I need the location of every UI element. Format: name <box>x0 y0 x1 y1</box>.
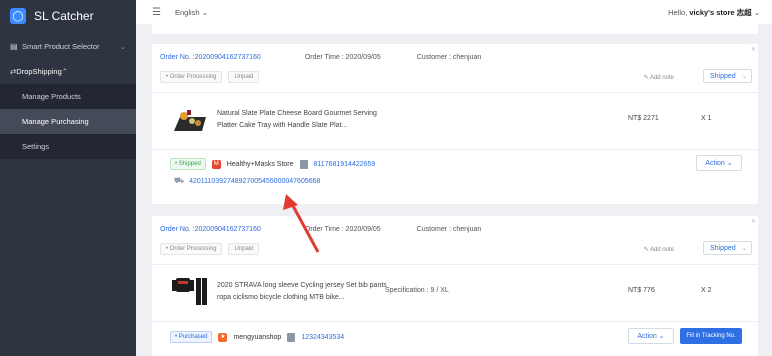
add-note-button[interactable]: ✎ Add note <box>644 74 674 81</box>
previous-order-card <box>152 24 758 34</box>
grid-icon: ▤ <box>10 42 18 51</box>
sidebar-item-manage-products[interactable]: Manage Products <box>0 84 136 109</box>
product-thumbnail <box>172 278 207 305</box>
order-processing-tag: • Order Processing <box>160 243 223 255</box>
add-note-button[interactable]: ✎ Add note <box>644 246 674 253</box>
status-badge: • Purchased <box>170 331 213 343</box>
store-icon: ★ <box>218 332 228 342</box>
action-label: Action <box>637 332 657 340</box>
order-number[interactable]: Order No. :20200904162737160 <box>160 226 261 233</box>
sidebar-item-settings[interactable]: Settings <box>0 134 136 159</box>
store-name[interactable]: mengyuanshop <box>233 334 281 341</box>
ship-status-value: Shipped <box>710 72 736 80</box>
sidebar-item-manage-purchasing[interactable]: Manage Purchasing <box>0 109 136 134</box>
order-number[interactable]: Order No. :20200904162737160 <box>160 54 261 61</box>
product-row: Natural Slate Plate Cheese Board Gourmet… <box>152 93 758 149</box>
order-doc-icon <box>287 332 296 342</box>
order-header: Order No. :20200904162737160 Order Time … <box>152 216 758 264</box>
unpaid-tag: Unpaid <box>228 243 260 255</box>
greeting-prefix: Hello, <box>668 7 690 17</box>
order-time: Order Time : 2020/09/05 <box>304 53 381 61</box>
product-specification: Specification : 9 / XL <box>385 287 449 294</box>
sidebar-item-label: Smart Product Selector <box>22 42 100 51</box>
dropshipping-submenu: Manage Products Manage Purchasing Settin… <box>0 84 136 159</box>
brand[interactable]: ◯ SL Catcher <box>0 0 136 32</box>
language-label: English <box>174 7 200 17</box>
status-badge: • Shipped <box>170 158 206 170</box>
chevron-up-icon: ⌃ <box>61 67 69 76</box>
menu-toggle-icon[interactable]: ☰ <box>152 7 161 18</box>
sidebar-item-dropshipping[interactable]: ⇄ DropShipping ⌃ <box>0 59 136 84</box>
product-price: NT$ 2271 <box>628 115 659 122</box>
sidebar-nav: ▤ Smart Product Selector ⌄ ⇄ DropShippin… <box>0 34 136 159</box>
sl-catcher-logo-icon: ◯ <box>10 8 26 24</box>
order-footer: • Purchased ★ mengyuanshop 12324343534 A… <box>152 322 758 356</box>
add-note-label: Add note <box>649 247 674 253</box>
action-button[interactable]: Action ⌄ <box>628 328 674 344</box>
supplier-order-number[interactable]: 8117681914422659 <box>314 161 376 168</box>
product-quantity: X 1 <box>701 115 712 122</box>
tracking-number[interactable]: 420111039274892700545500004760566​8 <box>189 178 320 185</box>
store-name[interactable]: Healthy+Masks Store <box>227 161 294 168</box>
chevron-down-icon: ⌄ <box>726 160 733 167</box>
add-note-label: Add note <box>649 75 674 81</box>
order-footer: • Shipped M Healthy+Masks Store 81176819… <box>152 150 758 200</box>
truck-icon: ⛟ <box>174 176 185 185</box>
order-processing-tag: • Order Processing <box>160 71 223 83</box>
user-name: vicky's store 志超 <box>689 7 752 17</box>
chevron-down-icon: ⌄ <box>120 43 126 51</box>
action-button[interactable]: Action ⌄ <box>696 155 742 171</box>
customer: Customer : chenjuan <box>416 53 482 61</box>
customer: Customer : chenjuan <box>416 225 482 233</box>
product-title[interactable]: 2020 STRAVA long sleeve Cycling jersey S… <box>217 280 392 304</box>
fill-tracking-button[interactable]: Fill in Tracking No. <box>680 328 742 344</box>
product-price: NT$ 776 <box>628 287 655 294</box>
product-title[interactable]: Natural Slate Plate Cheese Board Gourmet… <box>217 108 392 132</box>
order-header: Order No. :20200904162737160 Order Time … <box>152 44 758 92</box>
chevron-down-icon: ⌄ <box>741 73 747 80</box>
action-label: Action <box>705 159 725 167</box>
ship-status-select[interactable]: Shipped ⌄ <box>703 241 752 255</box>
user-greeting[interactable]: Hello, vicky's store 志超 ⌄ <box>668 7 760 18</box>
product-thumbnail <box>174 110 206 131</box>
app-title: SL Catcher <box>34 9 94 23</box>
ship-status-value: Shipped <box>710 244 736 252</box>
unpaid-tag: Unpaid <box>228 71 260 83</box>
chevron-down-icon: ⌄ <box>658 333 665 340</box>
topbar: ☰ English ⌄ Hello, vicky's store 志超 ⌄ <box>136 0 772 24</box>
ship-status-select[interactable]: Shipped ⌄ <box>703 69 752 83</box>
language-select[interactable]: English ⌄ <box>175 8 208 17</box>
order-card: ✕ Order No. :20200904162737160 Order Tim… <box>152 44 758 204</box>
order-doc-icon <box>299 159 308 169</box>
chevron-down-icon: ⌄ <box>741 245 747 252</box>
supplier-order-number[interactable]: 12324343534 <box>301 334 344 341</box>
order-card: ✕ Order No. :20200904162737160 Order Tim… <box>152 216 758 356</box>
sidebar-item-label: DropShipping <box>16 67 62 76</box>
store-icon: M <box>211 159 221 169</box>
order-time: Order Time : 2020/09/05 <box>304 225 381 233</box>
product-row: 2020 STRAVA long sleeve Cycling jersey S… <box>152 265 758 321</box>
product-quantity: X 2 <box>701 287 712 294</box>
sidebar: ◯ SL Catcher ▤ Smart Product Selector ⌄ … <box>0 0 136 356</box>
sidebar-item-smart-product-selector[interactable]: ▤ Smart Product Selector ⌄ <box>0 34 136 59</box>
